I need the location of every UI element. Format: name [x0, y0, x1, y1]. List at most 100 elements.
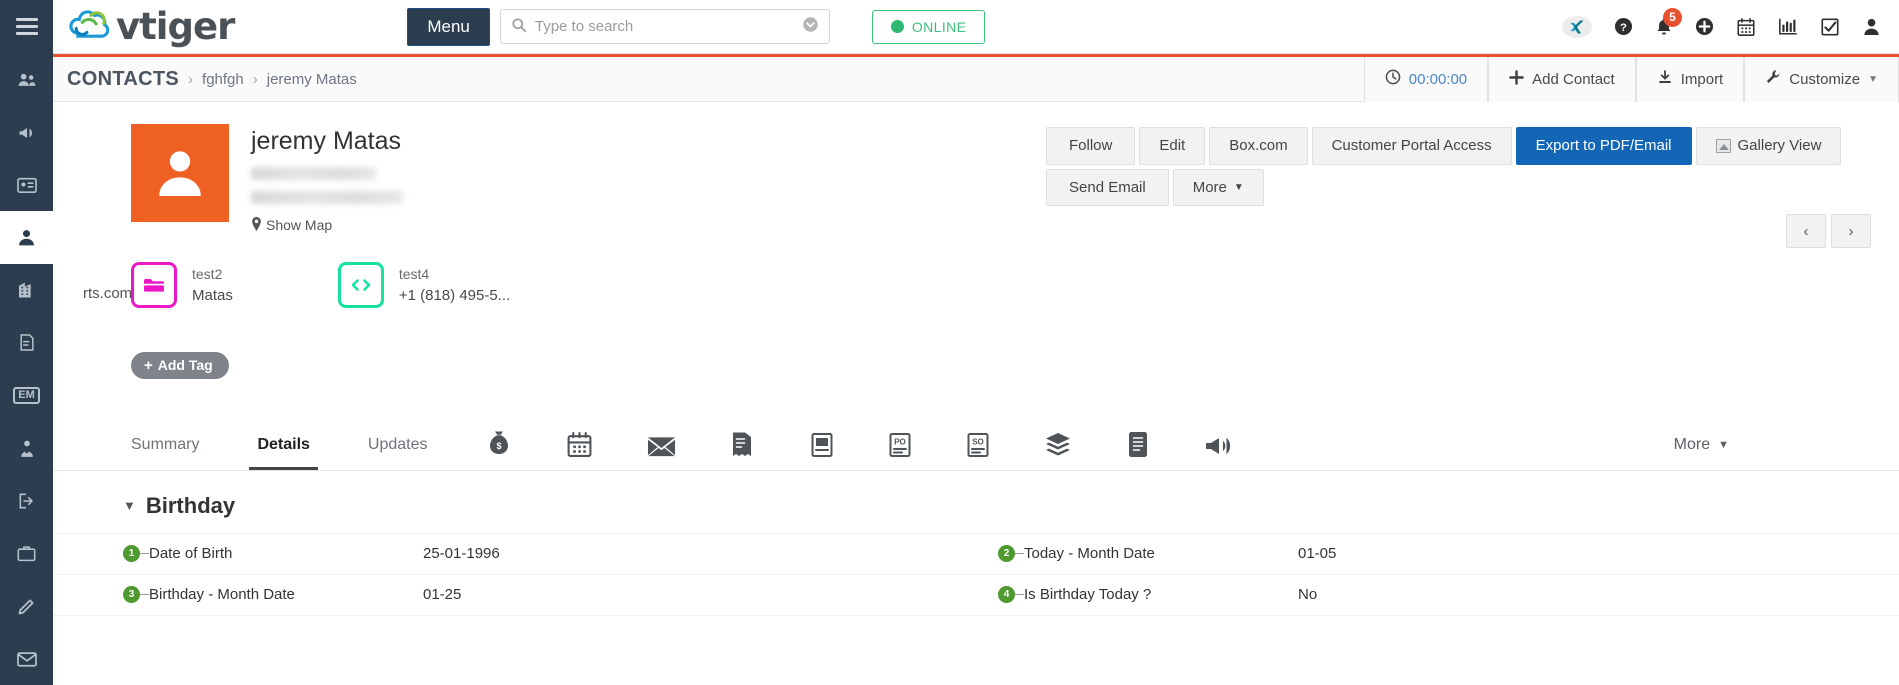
- add-circle-icon[interactable]: [1695, 17, 1714, 36]
- sidebar-item-campaigns[interactable]: [0, 106, 53, 159]
- sidebar-item-contact-card[interactable]: [0, 159, 53, 212]
- tab-invoices[interactable]: [730, 431, 756, 470]
- table-row: 3 Birthday - Month Date 01-25 4 Is Birth…: [53, 575, 1899, 616]
- tab-details[interactable]: Details: [249, 436, 319, 470]
- field-value-date-of-birth[interactable]: 25-01-1996: [423, 545, 928, 562]
- sidebar-item-em[interactable]: EM: [0, 369, 53, 422]
- breadcrumb-item-parent[interactable]: fghfgh: [202, 71, 244, 88]
- checkbox-icon[interactable]: [1820, 17, 1840, 37]
- widget-card-test2[interactable]: test2 Matas: [131, 261, 233, 308]
- box-com-button[interactable]: Box.com: [1209, 127, 1308, 165]
- online-status-button[interactable]: ONLINE: [871, 9, 986, 44]
- field-value-today-month-date[interactable]: 01-05: [1298, 545, 1803, 562]
- page-toolbar: 00:00:00 Add Contact Import Customize ▼: [1363, 56, 1899, 102]
- tab-emails[interactable]: [647, 435, 676, 470]
- export-to-pdf-email-button[interactable]: Export to PDF/Email: [1515, 127, 1692, 165]
- tab-campaigns[interactable]: [1204, 434, 1232, 470]
- import-button[interactable]: Import: [1635, 56, 1745, 102]
- notifications-bell-icon[interactable]: 5: [1655, 7, 1682, 37]
- help-icon[interactable]: ?: [1614, 17, 1633, 36]
- calendar-icon[interactable]: [1736, 17, 1756, 37]
- field-value-is-birthday-today[interactable]: No: [1298, 586, 1803, 603]
- sidebar-item-organizations[interactable]: [0, 264, 53, 317]
- timer-button[interactable]: 00:00:00: [1363, 56, 1489, 102]
- tab-sales-orders[interactable]: SO: [966, 432, 990, 470]
- field-label-today-month-date: 2 Today - Month Date: [928, 545, 1298, 562]
- send-email-button[interactable]: Send Email: [1046, 168, 1169, 206]
- tab-activities[interactable]: [566, 431, 593, 470]
- tabs-more-button[interactable]: More ▼: [1674, 436, 1729, 470]
- user-account-icon[interactable]: [1862, 17, 1881, 36]
- field-number-badge: 1: [123, 545, 140, 562]
- tab-purchase-orders[interactable]: PO: [888, 432, 912, 470]
- notification-badge: 5: [1663, 7, 1682, 27]
- sidebar-item-vendors[interactable]: [0, 422, 53, 475]
- contact-profile: jeremy Matas Show Map Follow Edit Box.co…: [53, 102, 1899, 248]
- person-icon: [16, 227, 37, 248]
- chevron-down-icon[interactable]: [802, 16, 819, 37]
- xing-icon[interactable]: [1562, 15, 1592, 38]
- tabs-more-label: More: [1673, 435, 1711, 453]
- tab-summary[interactable]: Summary: [131, 436, 199, 470]
- add-contact-label: Add Contact: [1532, 70, 1615, 88]
- section-title: Birthday: [145, 492, 236, 518]
- sidebar-item-documents[interactable]: [0, 317, 53, 370]
- documents-icon: [1126, 431, 1150, 458]
- breadcrumb-separator-icon: ›: [252, 70, 258, 88]
- section-header-birthday[interactable]: ▼ Birthday: [53, 493, 1899, 533]
- sidebar-item-person[interactable]: [0, 211, 53, 265]
- hamburger-menu-button[interactable]: [0, 0, 53, 54]
- widget-card-test4[interactable]: test4 +1 (818) 495-5...: [337, 261, 511, 308]
- follow-button[interactable]: Follow: [1046, 127, 1136, 165]
- add-contact-button[interactable]: Add Contact: [1488, 56, 1636, 102]
- folder-icon: [131, 261, 177, 308]
- show-map-link[interactable]: Show Map: [251, 216, 403, 234]
- widget-card-subtitle: Matas: [192, 286, 233, 304]
- sidebar-item-email[interactable]: [0, 632, 53, 685]
- previous-record-button[interactable]: ‹: [1786, 214, 1826, 248]
- more-actions-button[interactable]: More ▼: [1172, 168, 1264, 206]
- table-row: 1 Date of Birth 25-01-1996 2 Today - Mon…: [53, 534, 1899, 575]
- tab-documents[interactable]: [1126, 431, 1150, 470]
- online-label: ONLINE: [911, 18, 967, 35]
- hamburger-icon: [15, 14, 38, 39]
- customer-portal-access-button[interactable]: Customer Portal Access: [1311, 127, 1512, 165]
- tab-opportunities[interactable]: $: [486, 430, 512, 470]
- sidebar-item-cases[interactable]: [0, 527, 53, 580]
- sidebar-item-exit[interactable]: [0, 474, 53, 527]
- chevron-down-icon: ▼: [1233, 181, 1244, 193]
- contact-email-redacted: [251, 190, 403, 204]
- widget-card-subtitle: +1 (818) 495-5...: [398, 286, 511, 304]
- analytics-icon[interactable]: [1778, 17, 1798, 36]
- label-dash: [140, 553, 149, 554]
- gallery-view-button[interactable]: Gallery View: [1695, 127, 1842, 165]
- sidebar-item-contacts-group[interactable]: [0, 54, 53, 107]
- tab-updates[interactable]: Updates: [368, 436, 428, 470]
- add-tag-button[interactable]: + Add Tag: [131, 351, 229, 379]
- page-title: jeremy Matas: [251, 127, 402, 155]
- top-bar-icons: ? 5: [1562, 7, 1881, 38]
- avatar: [131, 124, 229, 222]
- money-bag-icon: $: [486, 430, 512, 458]
- field-value-birthday-month-date[interactable]: 01-25: [423, 586, 928, 603]
- menu-button[interactable]: Menu: [407, 7, 490, 46]
- breadcrumb-root[interactable]: CONTACTS: [67, 68, 179, 91]
- tab-products[interactable]: [1044, 432, 1072, 470]
- em-label-icon: EM: [13, 387, 40, 405]
- sidebar-item-pencil[interactable]: [0, 580, 53, 633]
- show-map-label: Show Map: [266, 217, 333, 233]
- pencil-icon: [16, 596, 37, 617]
- page-content: jeremy Matas Show Map Follow Edit Box.co…: [53, 102, 1899, 685]
- contact-phone-redacted: [251, 166, 376, 180]
- vtiger-logo[interactable]: vtiger: [67, 8, 235, 45]
- tab-quotes[interactable]: [810, 432, 834, 470]
- search-input[interactable]: [534, 18, 802, 35]
- details-rows: 1 Date of Birth 25-01-1996 2 Today - Mon…: [53, 532, 1899, 616]
- edit-button[interactable]: Edit: [1139, 127, 1206, 165]
- gallery-image-icon: [1715, 138, 1731, 153]
- widget-card-title: test2: [192, 265, 223, 282]
- calendar-icon: [566, 431, 593, 458]
- next-record-button[interactable]: ›: [1831, 214, 1871, 248]
- customize-button[interactable]: Customize ▼: [1744, 56, 1899, 102]
- global-search[interactable]: [499, 9, 830, 44]
